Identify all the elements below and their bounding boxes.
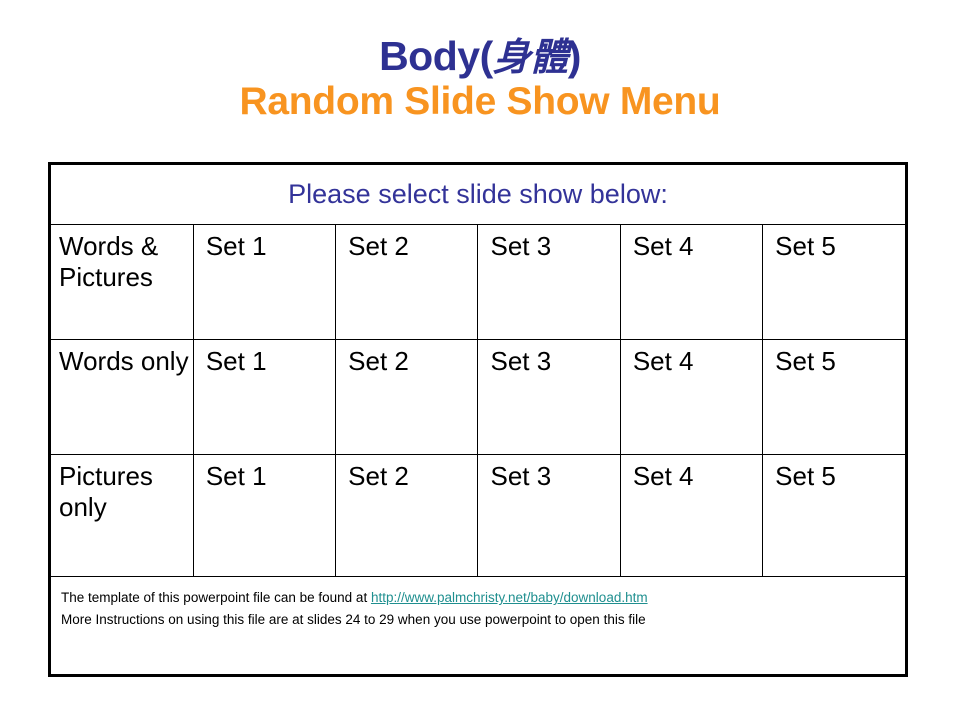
title-latin-suffix: ) bbox=[567, 33, 582, 79]
table-row: Words & Pictures Set 1 Set 2 Set 3 Set 4… bbox=[51, 224, 905, 340]
link-words-only-set-2[interactable]: Set 2 bbox=[335, 339, 479, 455]
footer-template-text: The template of this powerpoint file can… bbox=[61, 590, 371, 605]
link-pictures-only-set-5[interactable]: Set 5 bbox=[762, 454, 905, 577]
slide-show-menu-table: Please select slide show below: Words & … bbox=[48, 162, 908, 677]
link-words-pictures-set-3[interactable]: Set 3 bbox=[477, 224, 621, 340]
link-words-pictures-set-4[interactable]: Set 4 bbox=[619, 224, 764, 340]
table-row: Pictures only Set 1 Set 2 Set 3 Set 4 Se… bbox=[51, 454, 905, 577]
title-chinese-characters: 身體 bbox=[492, 34, 569, 79]
footer-line-instructions: More Instructions on using this file are… bbox=[61, 611, 646, 627]
template-download-link[interactable]: http://www.palmchristy.net/baby/download… bbox=[371, 590, 648, 605]
page-title: Body(身體) bbox=[0, 34, 960, 78]
link-words-only-set-5[interactable]: Set 5 bbox=[762, 339, 905, 455]
link-pictures-only-set-3[interactable]: Set 3 bbox=[477, 454, 621, 577]
row-label-words-only: Words only bbox=[51, 339, 194, 455]
link-pictures-only-set-1[interactable]: Set 1 bbox=[192, 454, 337, 577]
menu-grid: Please select slide show below: Words & … bbox=[51, 165, 905, 674]
footer-row: The template of this powerpoint file can… bbox=[51, 576, 905, 674]
link-pictures-only-set-4[interactable]: Set 4 bbox=[619, 454, 764, 577]
slide-canvas: Body(身體) Random Slide Show Menu Please s… bbox=[0, 0, 960, 720]
prompt-row: Please select slide show below: bbox=[51, 165, 905, 225]
row-label-pictures-only: Pictures only bbox=[51, 454, 194, 577]
title-block: Body(身體) Random Slide Show Menu bbox=[0, 34, 960, 124]
link-words-pictures-set-2[interactable]: Set 2 bbox=[335, 224, 479, 340]
link-words-pictures-set-1[interactable]: Set 1 bbox=[192, 224, 337, 340]
link-words-only-set-4[interactable]: Set 4 bbox=[619, 339, 764, 455]
link-pictures-only-set-2[interactable]: Set 2 bbox=[335, 454, 479, 577]
link-words-only-set-3[interactable]: Set 3 bbox=[477, 339, 621, 455]
link-words-only-set-1[interactable]: Set 1 bbox=[192, 339, 337, 455]
table-row: Words only Set 1 Set 2 Set 3 Set 4 Set 5 bbox=[51, 339, 905, 455]
title-latin-prefix: Body( bbox=[379, 33, 493, 79]
footer-cell: The template of this powerpoint file can… bbox=[51, 576, 905, 674]
prompt-text: Please select slide show below: bbox=[288, 178, 668, 209]
page-subtitle: Random Slide Show Menu bbox=[239, 80, 721, 124]
row-label-words-and-pictures: Words & Pictures bbox=[51, 224, 194, 340]
footer-line-template: The template of this powerpoint file can… bbox=[61, 587, 905, 609]
prompt-cell: Please select slide show below: bbox=[51, 165, 905, 225]
link-words-pictures-set-5[interactable]: Set 5 bbox=[762, 224, 905, 340]
